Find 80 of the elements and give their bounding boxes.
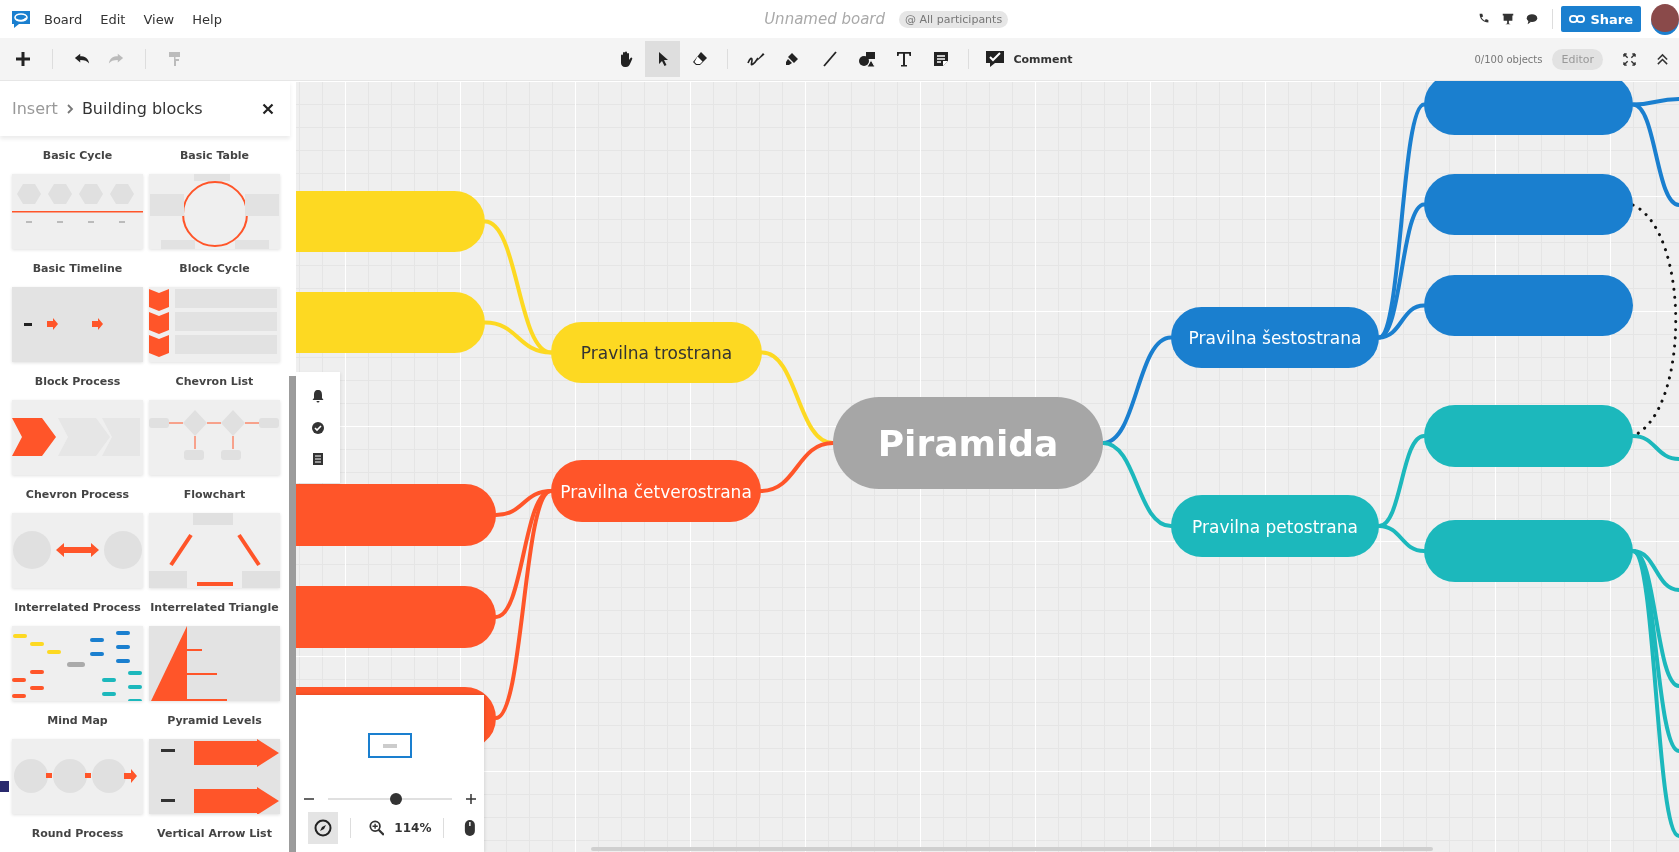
template-label[interactable]: Block Cycle	[179, 249, 250, 287]
empty-topic-node[interactable]	[296, 191, 485, 252]
template-thumbnail[interactable]	[12, 287, 143, 362]
template-label[interactable]: Chevron List	[175, 362, 254, 400]
navigator-button[interactable]	[308, 812, 338, 844]
template-label[interactable]: Block Process	[34, 362, 121, 400]
link-icon	[1569, 14, 1586, 24]
fullscreen-icon[interactable]	[1623, 52, 1636, 66]
object-count: 0/100 objects	[1474, 53, 1543, 65]
zoom-icon[interactable]	[368, 819, 385, 837]
empty-topic-node[interactable]	[1424, 520, 1633, 582]
compass-icon	[313, 819, 332, 837]
zoom-slider-thumb[interactable]	[390, 793, 403, 805]
template-label[interactable]: Flowchart	[183, 475, 246, 513]
empty-topic-node[interactable]	[1424, 275, 1633, 336]
menu-item[interactable]: View	[143, 11, 175, 27]
empty-topic-node[interactable]	[1424, 174, 1633, 235]
template-thumbnail[interactable]	[149, 513, 280, 588]
template-label[interactable]: Basic Timeline	[32, 249, 123, 287]
pointer-tool-button[interactable]	[645, 41, 681, 77]
zoom-in-plus-icon[interactable]	[466, 794, 476, 804]
connector-line	[1631, 434, 1679, 461]
comment-button[interactable]: Comment	[979, 49, 1079, 69]
chat-icon[interactable]	[1525, 12, 1540, 26]
template-thumbnail[interactable]	[149, 400, 280, 475]
template-thumbnail[interactable]	[12, 626, 143, 701]
topic-node[interactable]: Pravilna trostrana	[551, 322, 762, 383]
participants-badge[interactable]: @ All participants	[899, 10, 1009, 28]
empty-topic-node[interactable]	[296, 586, 496, 648]
share-button[interactable]: Share	[1561, 6, 1641, 32]
corner-square	[0, 781, 9, 792]
template-thumbnail[interactable]	[12, 513, 143, 588]
menu-item[interactable]: Edit	[100, 11, 126, 27]
list-icon[interactable]	[311, 451, 325, 466]
collapse-icon[interactable]	[1656, 52, 1669, 66]
add-icon[interactable]	[15, 51, 31, 67]
template-thumbnail[interactable]	[12, 174, 143, 249]
menu-item[interactable]: Help	[192, 11, 222, 27]
eraser-icon	[690, 50, 709, 68]
template-thumbnail[interactable]	[149, 174, 280, 249]
presentation-icon[interactable]	[1501, 12, 1516, 26]
template-label[interactable]: Mind Map	[47, 701, 108, 739]
pen-icon	[746, 50, 765, 68]
panel-scrollbar[interactable]	[289, 376, 296, 852]
sticky-note-icon	[931, 50, 950, 68]
line-icon	[820, 50, 839, 68]
template-label[interactable]: Vertical Arrow List	[157, 814, 272, 852]
text-tool-icon	[894, 50, 913, 68]
user-avatar[interactable]	[1651, 3, 1679, 35]
empty-topic-node[interactable]	[296, 687, 496, 743]
empty-topic-node[interactable]	[296, 484, 496, 546]
close-icon[interactable]	[262, 102, 274, 115]
topic-node[interactable]: Pravilna šestostrana	[1171, 307, 1379, 368]
template-label[interactable]: Interrelated Process	[14, 588, 141, 626]
template-thumbnail[interactable]	[149, 287, 280, 362]
bell-icon[interactable]	[311, 389, 325, 404]
check-circle-icon[interactable]	[311, 420, 325, 435]
template-label[interactable]: Basic Table	[179, 136, 250, 174]
minimap-viewport[interactable]	[368, 733, 412, 758]
empty-topic-node[interactable]	[1424, 405, 1633, 467]
template-thumbnail[interactable]	[149, 739, 280, 814]
mouse-icon[interactable]	[462, 819, 478, 837]
template-thumbnail[interactable]	[12, 739, 143, 814]
app-logo-icon[interactable]	[10, 8, 32, 30]
chevron-right-icon	[65, 102, 74, 115]
template-thumbnail[interactable]	[149, 626, 280, 701]
template-label[interactable]: Pyramid Levels	[167, 701, 262, 739]
template-label[interactable]: Round Process	[31, 814, 124, 852]
empty-topic-node[interactable]	[1424, 81, 1633, 135]
template-label[interactable]: Interrelated Triangle	[150, 588, 279, 626]
menu-item[interactable]: Board	[44, 11, 83, 27]
template-label[interactable]: Basic Cycle	[42, 136, 113, 174]
template-label[interactable]: Chevron Process	[25, 475, 130, 513]
comment-icon	[985, 50, 1006, 68]
panel-title: Building blocks	[81, 99, 204, 118]
shapes-icon	[857, 50, 876, 68]
zoom-level: 114%	[394, 821, 432, 835]
template-thumbnail[interactable]	[12, 400, 143, 475]
empty-topic-node[interactable]	[296, 292, 485, 353]
horizontal-scrollbar[interactable]	[591, 847, 1433, 851]
